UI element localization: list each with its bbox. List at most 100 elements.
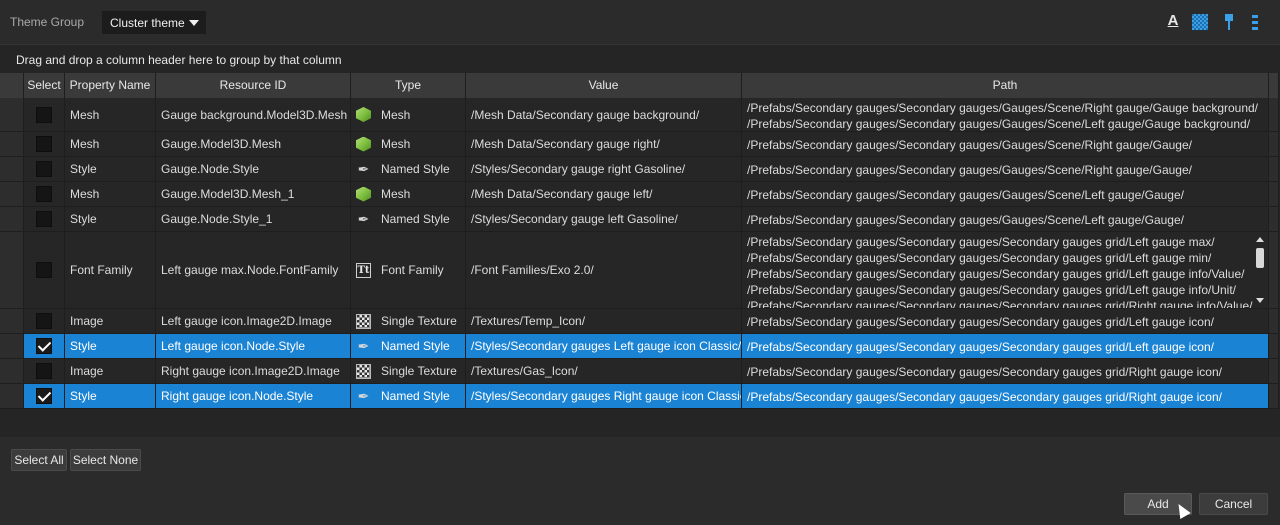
- type-cell[interactable]: Tt Font Family: [351, 232, 466, 309]
- resource-id-cell[interactable]: Gauge.Node.Style: [156, 157, 351, 182]
- type-cell[interactable]: Mesh: [351, 98, 466, 132]
- select-all-button[interactable]: Select All: [11, 449, 67, 471]
- value-cell[interactable]: /Mesh Data/Secondary gauge background/: [466, 98, 742, 132]
- row-checkbox[interactable]: [36, 388, 52, 404]
- value-cell[interactable]: /Font Families/Exo 2.0/: [466, 232, 742, 309]
- property-name-cell[interactable]: Style: [65, 207, 156, 232]
- value-cell[interactable]: /Textures/Gas_Icon/: [466, 359, 742, 384]
- column-header-value[interactable]: Value: [466, 73, 742, 98]
- resource-id-cell[interactable]: Gauge background.Model3D.Mesh: [156, 98, 351, 132]
- type-cell[interactable]: ✒ Named Style: [351, 384, 466, 409]
- property-name-cell[interactable]: Mesh: [65, 132, 156, 157]
- type-cell[interactable]: Mesh: [351, 132, 466, 157]
- path-cell[interactable]: /Prefabs/Secondary gauges/Secondary gaug…: [742, 309, 1269, 334]
- resource-id-cell[interactable]: Gauge.Model3D.Mesh: [156, 132, 351, 157]
- mesh-icon: [356, 186, 371, 202]
- resource-id-cell[interactable]: Gauge.Node.Style_1: [156, 207, 351, 232]
- table-row[interactable]: Mesh Gauge.Model3D.Mesh Mesh/Mesh Data/Sec…: [0, 132, 1279, 157]
- row-checkbox[interactable]: [36, 313, 52, 329]
- property-name-cell[interactable]: Style: [65, 384, 156, 409]
- path-cell[interactable]: /Prefabs/Secondary gauges/Secondary gaug…: [742, 207, 1269, 232]
- scroll-down-icon[interactable]: [1256, 298, 1264, 303]
- select-cell[interactable]: [24, 132, 65, 157]
- table-row[interactable]: Image Right gauge icon.Image2D.Image Singl…: [0, 359, 1279, 384]
- type-cell[interactable]: Mesh: [351, 182, 466, 207]
- row-checkbox[interactable]: [36, 211, 52, 227]
- value-cell[interactable]: /Styles/Secondary gauge left Gasoline/: [466, 207, 742, 232]
- resource-id-cell[interactable]: Right gauge icon.Node.Style: [156, 384, 351, 409]
- table-row[interactable]: Style Gauge.Node.Style ✒ Named Style/Styles…: [0, 157, 1279, 182]
- value-cell[interactable]: /Styles/Secondary gauge right Gasoline/: [466, 157, 742, 182]
- row-checkbox[interactable]: [36, 186, 52, 202]
- path-cell[interactable]: /Prefabs/Secondary gauges/Secondary gaug…: [742, 359, 1269, 384]
- type-cell[interactable]: ✒ Named Style: [351, 334, 466, 359]
- type-cell[interactable]: ✒ Named Style: [351, 207, 466, 232]
- type-cell[interactable]: Single Texture: [351, 359, 466, 384]
- select-none-button[interactable]: Select None: [70, 449, 141, 471]
- row-checkbox[interactable]: [36, 136, 52, 152]
- property-name-cell[interactable]: Style: [65, 334, 156, 359]
- path-cell[interactable]: /Prefabs/Secondary gauges/Secondary gaug…: [742, 334, 1269, 359]
- resource-id-cell[interactable]: Gauge.Model3D.Mesh_1: [156, 182, 351, 207]
- value-cell[interactable]: /Styles/Secondary gauges Right gauge ico…: [466, 384, 742, 409]
- column-header-path[interactable]: Path: [742, 73, 1269, 98]
- path-cell[interactable]: /Prefabs/Secondary gauges/Secondary gaug…: [742, 232, 1269, 309]
- value-cell[interactable]: /Mesh Data/Secondary gauge right/: [466, 132, 742, 157]
- scroll-up-icon[interactable]: [1256, 237, 1264, 242]
- select-cell[interactable]: [24, 182, 65, 207]
- path-cell-scrollbar[interactable]: [1255, 234, 1266, 306]
- value-cell[interactable]: /Styles/Secondary gauges Left gauge icon…: [466, 334, 742, 359]
- row-checkbox[interactable]: [36, 161, 52, 177]
- select-cell[interactable]: [24, 232, 65, 309]
- theme-group-dropdown[interactable]: Cluster theme: [102, 11, 206, 34]
- table-row[interactable]: Image Left gauge icon.Image2D.Image Single…: [0, 309, 1279, 334]
- column-header-select[interactable]: Select: [24, 73, 65, 98]
- type-cell[interactable]: ✒ Named Style: [351, 157, 466, 182]
- select-cell[interactable]: [24, 309, 65, 334]
- cancel-button[interactable]: Cancel: [1199, 493, 1268, 515]
- path-cell[interactable]: /Prefabs/Secondary gauges/Secondary gaug…: [742, 157, 1269, 182]
- table-row[interactable]: Mesh Gauge.Model3D.Mesh_1 Mesh/Mesh Data/S…: [0, 182, 1279, 207]
- select-cell[interactable]: [24, 157, 65, 182]
- type-cell[interactable]: Single Texture: [351, 309, 466, 334]
- row-checkbox[interactable]: [36, 262, 52, 278]
- brush-icon[interactable]: [1220, 12, 1238, 32]
- column-header-type[interactable]: Type: [351, 73, 466, 98]
- path-cell[interactable]: /Prefabs/Secondary gauges/Secondary gaug…: [742, 132, 1269, 157]
- scroll-thumb[interactable]: [1256, 248, 1264, 268]
- property-name-cell[interactable]: Font Family: [65, 232, 156, 309]
- property-name-cell[interactable]: Mesh: [65, 98, 156, 132]
- value-cell[interactable]: /Mesh Data/Secondary gauge left/: [466, 182, 742, 207]
- path-cell[interactable]: /Prefabs/Secondary gauges/Secondary gaug…: [742, 182, 1269, 207]
- table-row[interactable]: Style Right gauge icon.Node.Style ✒ Named S…: [0, 384, 1279, 409]
- select-cell[interactable]: [24, 98, 65, 132]
- resource-id-cell[interactable]: Left gauge max.Node.FontFamily: [156, 232, 351, 309]
- property-name-cell[interactable]: Image: [65, 309, 156, 334]
- checker-icon[interactable]: [1192, 14, 1208, 30]
- row-checkbox[interactable]: [36, 106, 52, 123]
- resource-id-cell[interactable]: Left gauge icon.Node.Style: [156, 334, 351, 359]
- property-name-cell[interactable]: Style: [65, 157, 156, 182]
- column-header-property-name[interactable]: Property Name: [65, 73, 156, 98]
- list-icon[interactable]: [1246, 12, 1264, 32]
- path-cell[interactable]: /Prefabs/Secondary gauges/Secondary gaug…: [742, 384, 1269, 409]
- table-row[interactable]: Style Gauge.Node.Style_1 ✒ Named Style/Styl…: [0, 207, 1279, 232]
- value-cell[interactable]: /Textures/Temp_Icon/: [466, 309, 742, 334]
- table-row[interactable]: Style Left gauge icon.Node.Style ✒ Named St…: [0, 334, 1279, 359]
- resource-id-cell[interactable]: Right gauge icon.Image2D.Image: [156, 359, 351, 384]
- text-format-icon[interactable]: A: [1164, 12, 1182, 32]
- select-cell[interactable]: [24, 334, 65, 359]
- row-checkbox[interactable]: [36, 338, 52, 354]
- select-cell[interactable]: [24, 359, 65, 384]
- table-row[interactable]: Font Family Left gauge max.Node.FontFamil…: [0, 232, 1279, 309]
- property-name-cell[interactable]: Image: [65, 359, 156, 384]
- select-cell[interactable]: [24, 207, 65, 232]
- resource-id-cell[interactable]: Left gauge icon.Image2D.Image: [156, 309, 351, 334]
- row-checkbox[interactable]: [36, 363, 52, 379]
- table-row[interactable]: Mesh Gauge background.Model3D.Mesh Mesh/Me…: [0, 98, 1279, 132]
- property-name-cell[interactable]: Mesh: [65, 182, 156, 207]
- select-cell[interactable]: [24, 384, 65, 409]
- type-label: Named Style: [381, 389, 450, 403]
- path-cell[interactable]: /Prefabs/Secondary gauges/Secondary gaug…: [742, 98, 1269, 132]
- column-header-resource-id[interactable]: Resource ID: [156, 73, 351, 98]
